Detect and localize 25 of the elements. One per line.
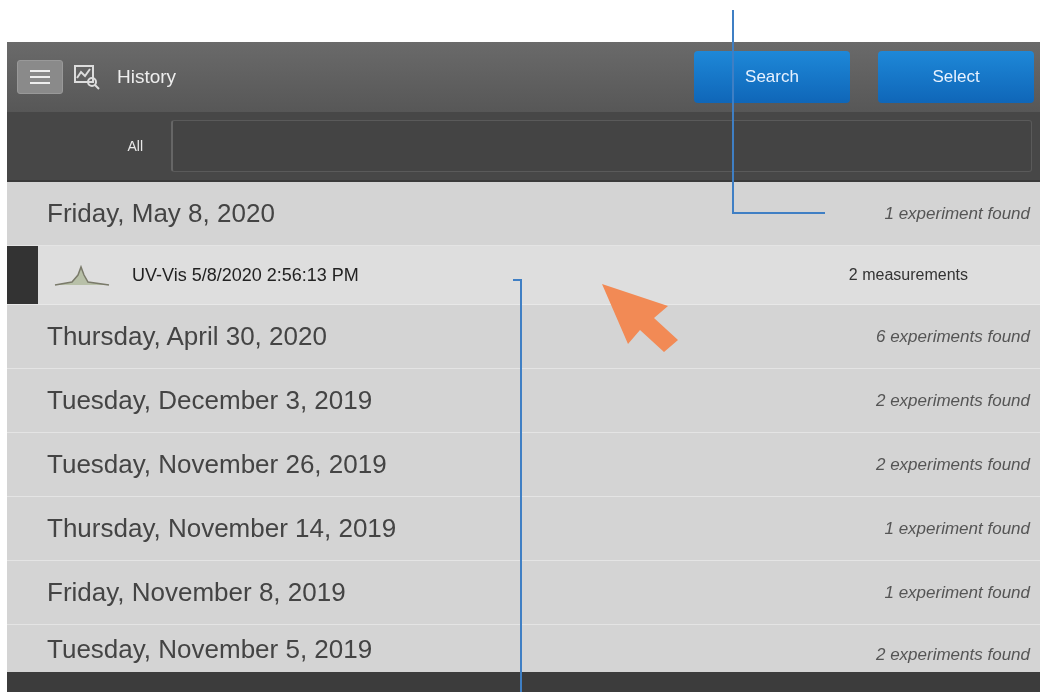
screen-title: History xyxy=(117,66,177,88)
experiment-count: 6 experiments found xyxy=(875,326,1030,347)
action-button[interactable]: Search xyxy=(694,51,850,103)
spectrum-icon xyxy=(54,263,110,287)
experiment-count: 1 experiment found xyxy=(884,582,1030,603)
date-heading[interactable]: Tuesday, November 26, 2019 xyxy=(47,449,387,480)
search-field[interactable] xyxy=(171,120,1032,172)
date-heading[interactable]: Tuesday, November 5, 2019 xyxy=(47,634,373,665)
date-heading[interactable]: Friday, May 8, 2020 xyxy=(47,198,275,229)
experiment-count: 2 experiments found xyxy=(875,454,1030,475)
date-heading[interactable]: Friday, November 8, 2019 xyxy=(47,577,346,608)
history-icon xyxy=(73,64,101,90)
filter-label[interactable]: All xyxy=(7,138,171,154)
action-button[interactable]: Select xyxy=(878,51,1034,103)
date-heading[interactable]: Tuesday, December 3, 2019 xyxy=(47,385,373,416)
experiment-count: 1 experiment found xyxy=(884,203,1030,224)
menu-button[interactable] xyxy=(17,60,63,94)
experiment-name[interactable]: UV-Vis 5/8/2020 2:56:13 PM xyxy=(132,264,849,286)
pointer-arrow-icon xyxy=(602,284,678,352)
date-heading[interactable]: Thursday, November 14, 2019 xyxy=(47,513,397,544)
date-heading[interactable]: Thursday, April 30, 2020 xyxy=(47,321,327,352)
experiment-count: 2 experiments found xyxy=(875,645,1030,665)
experiment-count: 2 experiments found xyxy=(875,390,1030,411)
experiment-count: 1 experiment found xyxy=(884,518,1030,539)
measurement-count: 2 measurements xyxy=(848,266,968,284)
